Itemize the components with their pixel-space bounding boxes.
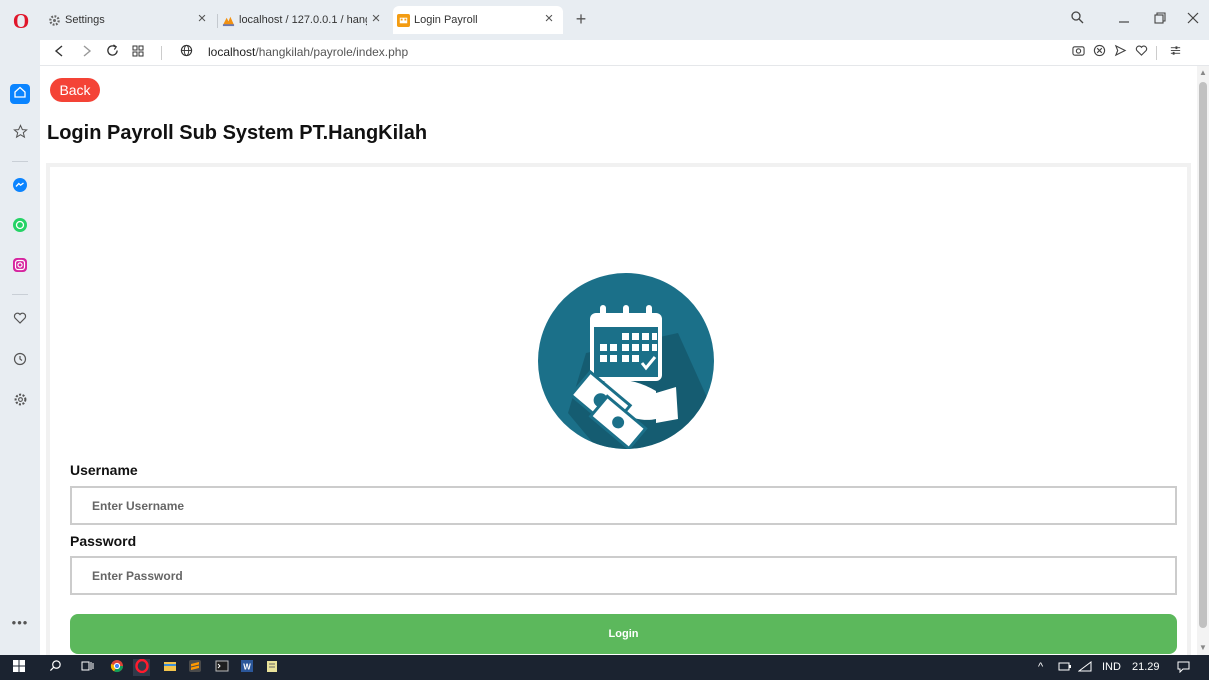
command-prompt-icon[interactable] <box>213 659 230 676</box>
tab-label: localhost / 127.0.0.1 / hang <box>239 14 367 26</box>
forward-nav-icon[interactable] <box>77 43 97 63</box>
file-explorer-icon[interactable] <box>161 659 178 676</box>
username-input[interactable] <box>70 486 1177 525</box>
close-tab-icon[interactable]: × <box>368 11 384 27</box>
history-icon[interactable] <box>10 351 30 371</box>
close-tab-icon[interactable]: × <box>194 11 210 27</box>
wifi-icon[interactable] <box>1077 661 1092 675</box>
windows-taskbar: W ^ IND 21.29 <box>0 655 1209 680</box>
notepad-icon[interactable] <box>263 659 280 676</box>
back-button[interactable]: Back <box>50 78 100 102</box>
globe-icon <box>176 43 196 63</box>
toolbar-divider <box>161 46 162 60</box>
sublime-text-icon[interactable] <box>186 659 203 676</box>
opera-taskbar-icon[interactable] <box>133 658 150 676</box>
back-nav-icon[interactable] <box>49 43 69 63</box>
login-panel: Username Password Login <box>46 163 1191 655</box>
username-label: Username <box>70 462 138 478</box>
star-icon[interactable] <box>10 124 30 144</box>
svg-text:W: W <box>243 663 251 672</box>
close-window-icon[interactable] <box>1182 9 1204 31</box>
chrome-icon[interactable] <box>108 659 125 676</box>
search-tabs-icon[interactable] <box>1066 9 1088 31</box>
login-button[interactable]: Login <box>70 614 1177 654</box>
gear-icon <box>49 14 60 26</box>
instagram-icon[interactable] <box>10 257 30 277</box>
close-tab-icon[interactable]: × <box>541 11 557 27</box>
restore-icon[interactable] <box>1149 9 1171 31</box>
snapshot-icon[interactable] <box>1069 44 1087 62</box>
settings-gear-icon[interactable] <box>10 392 30 412</box>
toolbar-divider <box>1156 46 1157 60</box>
address-bar: localhost/hangkilah/payrole/index.php <box>40 40 1209 66</box>
language-indicator[interactable]: IND <box>1102 661 1121 673</box>
clock[interactable]: 21.29 <box>1132 661 1160 673</box>
sidebar-divider <box>12 161 28 162</box>
sidebar-divider <box>12 294 28 295</box>
tab-label: Settings <box>65 14 105 26</box>
notifications-icon[interactable] <box>1177 661 1190 676</box>
battery-icon[interactable] <box>1058 661 1072 675</box>
password-input[interactable] <box>70 556 1177 595</box>
scroll-down-icon[interactable]: ▼ <box>1197 641 1209 655</box>
scroll-thumb[interactable] <box>1199 82 1207 628</box>
send-icon[interactable] <box>1111 44 1129 62</box>
reload-icon[interactable] <box>102 43 122 63</box>
easy-setup-icon[interactable] <box>1166 44 1184 62</box>
opera-menu-icon[interactable]: O <box>10 10 32 32</box>
ad-block-icon[interactable] <box>1090 44 1108 62</box>
tab-divider <box>217 14 218 28</box>
search-icon[interactable] <box>47 659 64 676</box>
windows-start-icon[interactable] <box>10 659 27 676</box>
speed-dial-icon[interactable] <box>128 43 148 63</box>
url-path: /hangkilah/payrole/index.php <box>255 45 409 59</box>
scroll-up-icon[interactable]: ▲ <box>1197 66 1209 80</box>
browser-sidebar: ••• <box>0 40 40 655</box>
more-icon[interactable]: ••• <box>10 613 30 633</box>
task-view-icon[interactable] <box>78 659 95 676</box>
tray-chevron-icon[interactable]: ^ <box>1038 661 1043 673</box>
whatsapp-icon[interactable] <box>10 217 30 237</box>
tab-settings[interactable]: Settings × <box>48 6 216 34</box>
page-title: Login Payroll Sub System PT.HangKilah <box>47 122 428 144</box>
url-host: localhost <box>208 45 256 59</box>
new-tab-button[interactable]: + <box>571 10 591 30</box>
browser-tab-strip: O Settings × localhost / 127.0.0.1 / han… <box>0 0 1209 40</box>
minimize-icon[interactable] <box>1113 9 1135 31</box>
password-label: Password <box>70 533 137 549</box>
phpmyadmin-icon <box>222 16 235 26</box>
payroll-logo-icon <box>538 273 714 449</box>
home-icon[interactable] <box>10 84 30 104</box>
payroll-favicon <box>397 13 410 27</box>
url-field[interactable]: localhost/hangkilah/payrole/index.php <box>208 45 408 59</box>
page-scrollbar[interactable]: ▲ ▼ <box>1197 66 1209 655</box>
heart-icon[interactable] <box>1132 44 1150 62</box>
tab-phpmyadmin[interactable]: localhost / 127.0.0.1 / hang × <box>222 6 390 34</box>
word-icon[interactable]: W <box>238 659 255 676</box>
page-content: Back Login Payroll Sub System PT.HangKil… <box>40 66 1197 655</box>
tab-login-payroll[interactable]: Login Payroll × <box>393 6 563 34</box>
tab-label: Login Payroll <box>414 14 478 26</box>
messenger-icon[interactable] <box>10 177 30 197</box>
heart-icon[interactable] <box>10 310 30 330</box>
